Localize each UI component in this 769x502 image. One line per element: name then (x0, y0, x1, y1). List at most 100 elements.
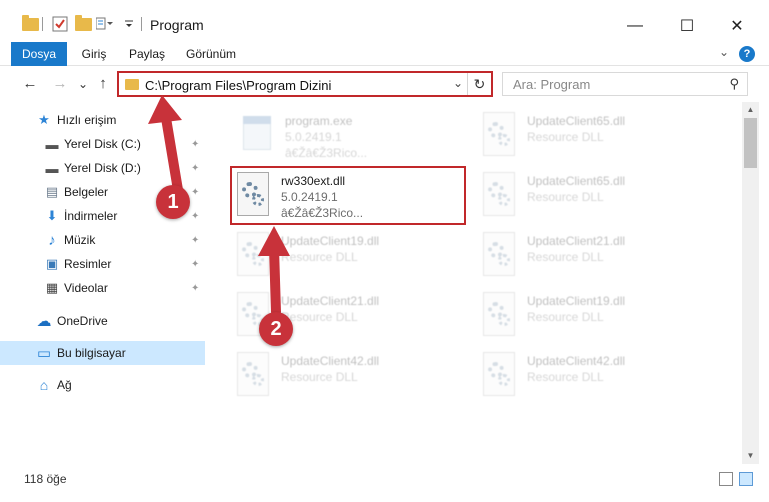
up-button[interactable]: ↑ (94, 74, 112, 94)
list-item[interactable]: UpdateClient21.dll Resource DLL (479, 228, 719, 284)
search-icon[interactable]: ⚲ (729, 76, 739, 92)
separator (42, 17, 43, 31)
help-button[interactable]: ? (739, 46, 755, 62)
pictures-icon: ▣ (45, 256, 59, 271)
navigation-bar: ← → ⌄ ↑ C:\Program Files\Program Dizini … (0, 66, 769, 102)
dll-file-icon (479, 292, 521, 340)
download-icon: ⬇ (46, 208, 58, 223)
file-type: Resource DLL (527, 370, 604, 384)
pin-icon[interactable]: ✦ (191, 139, 199, 150)
list-item[interactable]: UpdateClient65.dll Resource DLL (479, 108, 719, 164)
tab-home[interactable]: Giriş (72, 42, 116, 66)
tab-share[interactable]: Paylaş (122, 42, 172, 66)
list-item[interactable]: UpdateClient19.dll Resource DLL (479, 288, 719, 344)
new-folder-icon[interactable] (75, 14, 92, 34)
sidebar-item-videos[interactable]: ▦ Videolar ✦ (0, 276, 205, 300)
forward-button[interactable]: → (50, 74, 70, 94)
customize-icon[interactable] (96, 14, 120, 34)
sidebar-item-label: Bu bilgisayar (57, 346, 126, 360)
back-button[interactable]: ← (20, 74, 40, 94)
list-item[interactable]: UpdateClient42.dll Resource DLL (233, 348, 473, 404)
callout-step-2: 2 (259, 312, 293, 346)
file-name: UpdateClient21.dll (527, 234, 626, 248)
address-path[interactable]: C:\Program Files\Program Dizini (145, 78, 331, 93)
tab-view[interactable]: Görünüm (180, 42, 242, 66)
recent-locations-button[interactable]: ⌄ (76, 74, 90, 94)
dll-file-icon (233, 352, 275, 400)
sidebar-item-label: Ağ (57, 378, 72, 392)
file-type: Resource DLL (281, 370, 358, 384)
sidebar-item-label: Yerel Disk (D:) (64, 161, 141, 175)
address-bar[interactable]: C:\Program Files\Program Dizini ⌄ ↻ (117, 71, 493, 97)
file-name: UpdateClient65.dll (527, 114, 626, 128)
pin-icon[interactable]: ✦ (191, 283, 199, 294)
pin-icon[interactable]: ✦ (191, 163, 199, 174)
file-name: UpdateClient42.dll (281, 354, 380, 368)
file-name: UpdateClient65.dll (527, 174, 626, 188)
dropdown-arrow-icon[interactable] (124, 14, 134, 34)
ribbon-tabs: Dosya Giriş Paylaş Görünüm ⌄ ? (0, 42, 769, 98)
close-button[interactable]: ✕ (714, 10, 760, 42)
list-item[interactable]: UpdateClient42.dll Resource DLL (479, 348, 719, 404)
tiles-view-icon[interactable] (739, 472, 753, 486)
file-type: Resource DLL (527, 250, 604, 264)
network-icon: ⌂ (39, 377, 49, 393)
sidebar-item-label: İndirmeler (64, 209, 118, 223)
search-placeholder: Ara: Program (513, 77, 591, 92)
sidebar-item-network[interactable]: ⌂ Ağ (0, 373, 205, 397)
sidebar-item-label: Hızlı erişim (57, 113, 117, 127)
file-type: Resource DLL (281, 250, 358, 264)
list-item[interactable]: program.exe 5.0.2419.1 â€Žâ€Ž3Rico... (237, 108, 477, 164)
refresh-button[interactable]: ↻ (467, 73, 491, 95)
sidebar-item-local-disk-d[interactable]: ▬ Yerel Disk (D:) ✦ (0, 156, 205, 180)
folder-icon[interactable] (22, 14, 39, 34)
pin-icon[interactable]: ✦ (191, 211, 199, 222)
details-view-icon[interactable] (719, 472, 733, 486)
callout-step-1: 1 (156, 185, 190, 219)
list-item[interactable]: UpdateClient19.dll Resource DLL (233, 228, 473, 284)
sidebar-item-music[interactable]: ♪ Müzik ✦ (0, 228, 205, 252)
sidebar-item-label: Müzik (64, 233, 96, 247)
file-name: UpdateClient19.dll (527, 294, 626, 308)
sidebar-item-pictures[interactable]: ▣ Resimler ✦ (0, 252, 205, 276)
item-count: 118 öğe (24, 472, 67, 486)
pin-icon[interactable]: ✦ (191, 259, 199, 270)
maximize-button[interactable]: ☐ (664, 10, 710, 42)
folder-icon (125, 79, 139, 90)
scroll-up-arrow-icon[interactable]: ▲ (742, 102, 759, 118)
dll-file-icon (233, 232, 275, 280)
search-input[interactable]: Ara: Program ⚲ (502, 72, 748, 96)
sidebar-item-label: Videolar (64, 281, 108, 295)
address-dropdown-icon[interactable]: ⌄ (453, 76, 463, 90)
exe-file-icon (237, 112, 279, 160)
sidebar-item-onedrive[interactable]: ☁ OneDrive (0, 309, 205, 333)
dll-file-icon (479, 352, 521, 400)
ribbon-expand-icon[interactable]: ⌄ (719, 45, 729, 59)
properties-icon[interactable] (52, 14, 68, 34)
scroll-down-arrow-icon[interactable]: ▼ (742, 448, 759, 464)
documents-icon: ▤ (45, 184, 59, 199)
sidebar-item-label: Belgeler (64, 185, 109, 199)
file-version: 5.0.2419.1 (285, 130, 342, 144)
title-bar: Program — ☐ ✕ (0, 0, 769, 42)
sidebar-item-local-disk-c[interactable]: ▬ Yerel Disk (C:) ✦ (0, 132, 205, 156)
minimize-button[interactable]: — (612, 10, 658, 42)
sidebar-item-this-pc[interactable]: ▭ Bu bilgisayar (0, 341, 205, 365)
file-company: â€Žâ€Ž3Rico... (285, 146, 368, 160)
scrollbar-thumb[interactable] (744, 118, 757, 168)
list-item[interactable]: UpdateClient65.dll Resource DLL (479, 168, 719, 224)
pin-icon[interactable]: ✦ (191, 235, 199, 246)
sidebar-item-label: Yerel Disk (C:) (64, 137, 141, 151)
pin-icon[interactable]: ✦ (191, 187, 199, 198)
vertical-scrollbar[interactable]: ▲ ▼ (742, 102, 759, 464)
file-name: program.exe (285, 114, 353, 128)
dll-file-icon (479, 172, 521, 220)
separator (141, 17, 142, 31)
status-bar: 118 öğe (0, 464, 769, 502)
dll-file-icon (479, 112, 521, 160)
file-name: UpdateClient21.dll (281, 294, 380, 308)
computer-icon: ▭ (36, 345, 52, 362)
star-icon: ★ (38, 112, 50, 127)
drive-icon: ▬ (45, 160, 59, 176)
sidebar-item-quick-access[interactable]: ★ Hızlı erişim (0, 108, 205, 132)
